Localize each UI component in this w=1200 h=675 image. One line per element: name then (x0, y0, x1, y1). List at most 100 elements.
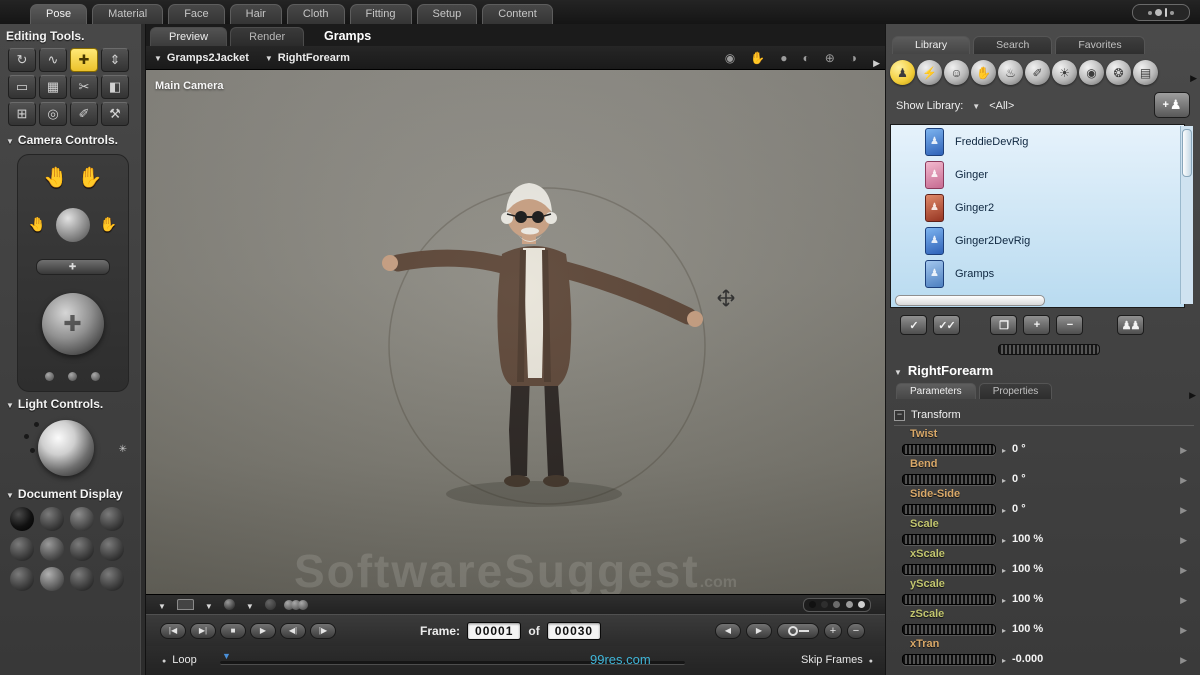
style-dot-icon[interactable] (833, 601, 841, 608)
category-hair[interactable]: ♨ (998, 60, 1023, 85)
playhead-icon[interactable] (222, 651, 231, 661)
display-style-hidden-line[interactable] (100, 507, 124, 531)
library-vertical-scrollbar[interactable] (1180, 126, 1193, 304)
light-indicator-icon[interactable] (34, 422, 39, 427)
tool-button-rotate[interactable]: ↻ (8, 48, 36, 72)
actor-parameters-header[interactable]: RightForearm (894, 363, 993, 378)
room-tab-material[interactable]: Material (92, 4, 164, 24)
dial-menu-icon[interactable] (1180, 620, 1187, 638)
room-tab-hair[interactable]: Hair (229, 4, 282, 24)
light-indicator-icon[interactable] (24, 434, 29, 439)
dial-menu-icon[interactable] (1180, 560, 1187, 578)
dial-value[interactable]: 0 ° (1012, 503, 1026, 515)
style-dot-icon[interactable] (845, 601, 853, 608)
tool-button-translate-pull[interactable]: ✚ (70, 48, 98, 72)
edit-keyframes-button[interactable] (777, 622, 819, 639)
display-style-lit-wireframe[interactable] (10, 537, 34, 561)
header-dolly-ball-icon[interactable]: ● (780, 47, 787, 69)
library-dial-strip[interactable] (998, 344, 1100, 355)
library-item[interactable]: Ginger2 (891, 191, 1184, 224)
header-face-camera-icon[interactable]: ◉ (725, 47, 735, 69)
dial-menu-icon[interactable] (1180, 650, 1187, 668)
category-materials[interactable]: ❂ (1106, 60, 1131, 85)
delete-keyframe-button[interactable]: − (847, 622, 865, 639)
display-style-smooth-shaded[interactable] (10, 567, 34, 591)
pane-layout-icon[interactable] (176, 599, 194, 610)
tool-button-translate-in-out[interactable]: ⇕ (101, 48, 129, 72)
dial-value[interactable]: 100 % (1012, 533, 1043, 545)
dial-value[interactable]: 0 ° (1012, 473, 1026, 485)
library-filter-value[interactable]: <All> (989, 100, 1014, 112)
dial-widget[interactable] (902, 443, 996, 455)
dial-widget[interactable] (902, 473, 996, 485)
display-style-outline[interactable] (40, 507, 64, 531)
category-expression[interactable]: ☺ (944, 60, 969, 85)
display-style-wireframe[interactable] (70, 507, 94, 531)
library-button-add-folder[interactable]: ❐ (990, 315, 1017, 335)
dial-menu-icon[interactable] (1180, 500, 1187, 518)
dial-menu-icon[interactable] (1180, 590, 1187, 608)
light-indicator-icon[interactable] (30, 448, 35, 453)
transport-button-stop[interactable]: ■ (220, 622, 246, 639)
style-dropdown-icon[interactable] (205, 596, 213, 614)
library-button-add-to-library[interactable]: + (1023, 315, 1050, 335)
tool-button-taper[interactable]: ▦ (39, 75, 67, 99)
display-style-silhouette[interactable] (10, 507, 34, 531)
param-tab-parameters[interactable]: Parameters (896, 383, 976, 399)
category-figures[interactable]: ♟ (890, 60, 915, 85)
library-button-checkmark-double[interactable]: ✓✓ (933, 315, 960, 335)
library-item[interactable]: Ginger (891, 158, 1184, 191)
library-dropdown-icon[interactable] (972, 100, 980, 112)
categories-scroll-icon[interactable] (1190, 68, 1197, 86)
tool-button-color[interactable]: ◧ (101, 75, 129, 99)
next-key-button[interactable]: ▶ (746, 622, 772, 639)
transport-button-play[interactable]: ▶ (250, 622, 276, 639)
transport-button-last-frame[interactable]: ▶| (190, 622, 216, 639)
dial-widget[interactable] (902, 533, 996, 545)
header-hand-camera-icon[interactable]: ✋ (750, 47, 765, 69)
header-rotate-ball-icon[interactable]: ◐ (802, 47, 809, 69)
library-list[interactable]: FreddieDevRig Ginger Ginger2 Ginger2DevR… (890, 124, 1185, 308)
transport-button-prev-frame[interactable]: ◀| (280, 622, 306, 639)
collapse-icon[interactable] (6, 487, 14, 501)
display-spheres-icon[interactable] (283, 599, 308, 610)
category-scenes[interactable]: ▤ (1133, 60, 1158, 85)
room-tab-cloth[interactable]: Cloth (286, 4, 345, 24)
current-frame-field[interactable]: 00001 (467, 621, 522, 640)
loop-toggle[interactable]: Loop (162, 654, 196, 666)
dial-widget[interactable] (902, 563, 996, 575)
style-dot-icon[interactable] (809, 601, 817, 608)
tracking-sphere-icon[interactable] (223, 599, 235, 610)
camera-trackball[interactable] (41, 292, 104, 355)
category-poses[interactable]: ⚡ (917, 60, 942, 85)
camera-controls-header[interactable]: Camera Controls. (0, 128, 145, 150)
move-xy-hand-icon[interactable] (43, 165, 68, 190)
collapse-icon[interactable] (6, 133, 14, 147)
change-figure-button[interactable] (1154, 92, 1190, 118)
panel-tab-library[interactable]: Library (892, 36, 971, 54)
param-tab-properties[interactable]: Properties (978, 383, 1053, 399)
collapse-icon[interactable] (894, 363, 902, 378)
transport-button-next-frame[interactable]: |▶ (310, 622, 336, 639)
dial-value[interactable]: 100 % (1012, 593, 1043, 605)
prev-key-button[interactable]: ◀ (715, 622, 741, 639)
display-style-cartoon[interactable] (100, 537, 124, 561)
dial-value[interactable]: 100 % (1012, 563, 1043, 575)
display-style-selector[interactable] (803, 597, 871, 612)
dial-widget[interactable] (902, 593, 996, 605)
dial-value[interactable]: 0 ° (1012, 443, 1026, 455)
tool-button-view-magnifier[interactable]: ◎ (39, 102, 67, 126)
display-style-flat-shaded[interactable] (40, 537, 64, 561)
head-camera-icon[interactable] (55, 207, 90, 242)
figure-selector[interactable]: Gramps2Jacket (154, 52, 249, 64)
scroll-right-icon[interactable] (873, 53, 880, 71)
camera-dropdown-icon[interactable] (158, 596, 166, 614)
params-scroll-icon[interactable] (1189, 385, 1196, 403)
skip-frames-toggle[interactable]: Skip Frames (801, 654, 873, 666)
dial-widget[interactable] (902, 623, 996, 635)
view-tab-preview[interactable]: Preview (150, 27, 228, 46)
style-dot-icon[interactable] (821, 601, 829, 608)
3d-viewport[interactable]: Main Camera SoftwareSuggest.com (146, 70, 885, 594)
display-style-smooth-lined[interactable] (40, 567, 64, 591)
tool-button-direct-manipulation[interactable]: ⚒ (101, 102, 129, 126)
